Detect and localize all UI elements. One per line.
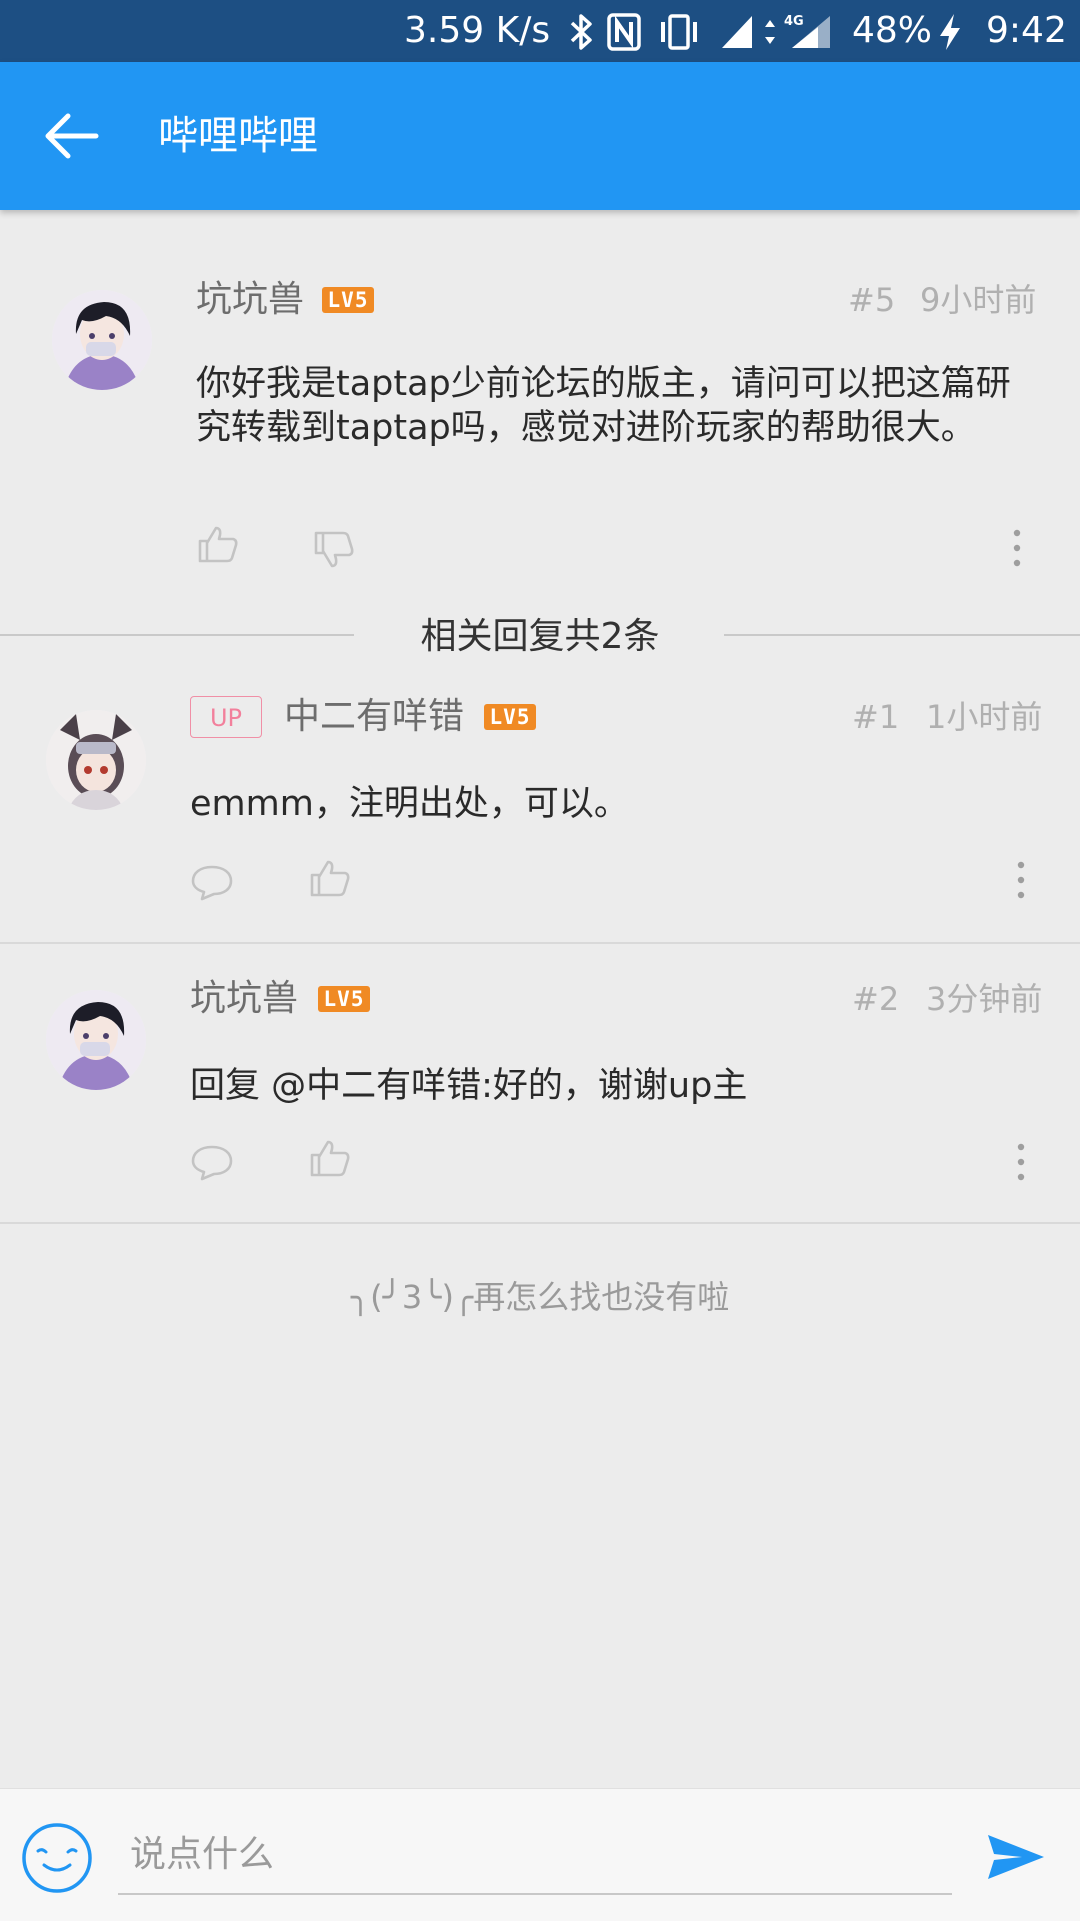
nfc-icon <box>607 13 641 51</box>
app-bar: 哔哩哔哩 <box>0 62 1080 210</box>
divider <box>0 1222 1080 1224</box>
username[interactable]: 坑坑兽 <box>196 275 304 325</box>
comment-time: 3分钟前 <box>926 980 1043 1018</box>
reply-text: 回复 @中二有咩错:好的，谢谢up主 <box>190 1066 748 1106</box>
clock: 9:42 <box>986 10 1067 51</box>
reply-bubble-icon[interactable] <box>190 1142 234 1182</box>
thumbs-up-icon[interactable] <box>196 524 240 564</box>
avatar[interactable] <box>52 290 152 390</box>
avatar[interactable] <box>46 990 146 1090</box>
network-type: 4G <box>784 14 804 29</box>
username[interactable]: 坑坑兽 <box>190 974 298 1024</box>
main-comment: 坑坑兽 LV5 #5 9小时前 你好我是taptap少前论坛的版主，请问可以把这… <box>0 210 1080 630</box>
floor-number: #2 <box>852 980 900 1018</box>
compose-bar <box>0 1788 1080 1921</box>
floor-number: #1 <box>852 698 900 736</box>
thumbs-up-icon[interactable] <box>308 858 352 898</box>
page-title: 哔哩哔哩 <box>158 113 318 159</box>
more-vert-icon[interactable] <box>1016 860 1026 900</box>
up-badge: UP <box>190 696 262 738</box>
comment-text: 你好我是taptap少前论坛的版主，请问可以把这篇研究转载到taptap吗，感觉… <box>196 364 1011 448</box>
send-icon[interactable] <box>986 1831 1046 1883</box>
more-vert-icon[interactable] <box>1012 528 1022 568</box>
charging-icon <box>940 14 960 50</box>
back-arrow-icon[interactable] <box>40 108 106 164</box>
network-speed: 3.59 K/s <box>404 10 551 51</box>
reply-bubble-icon[interactable] <box>190 862 234 902</box>
status-bar: 3.59 K/s 4G 48% 9:42 <box>0 0 1080 62</box>
level-badge: LV5 <box>318 986 370 1012</box>
comment-time: 1小时前 <box>926 698 1043 736</box>
thumbs-up-icon[interactable] <box>308 1138 352 1178</box>
avatar[interactable] <box>46 710 146 810</box>
level-badge: LV5 <box>484 704 536 730</box>
battery-percent: 48% <box>852 10 933 51</box>
replies-count-header: 相关回复共2条 <box>420 616 660 657</box>
level-badge: LV5 <box>322 287 374 313</box>
signal-icon <box>722 16 752 48</box>
signal-4g-icon: 4G <box>784 14 830 48</box>
more-vert-icon[interactable] <box>1016 1142 1026 1182</box>
vibrate-icon <box>661 14 697 50</box>
reply-item: 坑坑兽 LV5 #2 3分钟前 回复 @中二有咩错:好的，谢谢up主 <box>0 944 1080 1222</box>
bluetooth-icon <box>570 14 592 50</box>
emoji-icon[interactable] <box>20 1821 94 1895</box>
thumbs-down-icon[interactable] <box>312 530 356 570</box>
comment-input[interactable] <box>118 1815 952 1895</box>
data-arrows-icon <box>765 20 775 44</box>
reply-text: emmm，注明出处，可以。 <box>190 784 629 824</box>
username[interactable]: 中二有咩错 <box>284 692 464 742</box>
reply-item: UP 中二有咩错 LV5 #1 1小时前 emmm，注明出处，可以。 <box>0 660 1080 942</box>
floor-number: #5 <box>848 281 896 319</box>
comment-time: 9小时前 <box>920 281 1037 319</box>
end-of-list-text: ╮(╯3╰)╭再怎么找也没有啦 <box>350 1278 730 1316</box>
